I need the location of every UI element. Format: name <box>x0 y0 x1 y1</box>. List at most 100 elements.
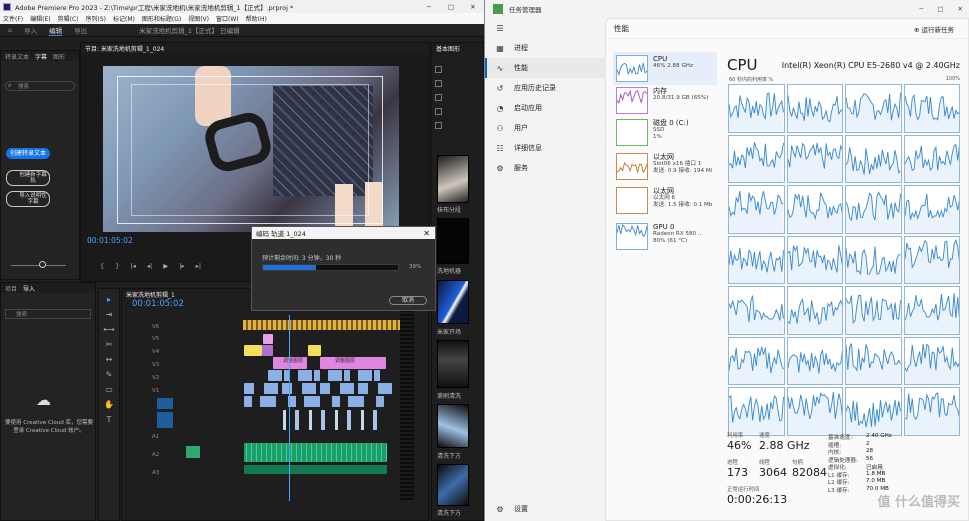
a1-target[interactable] <box>157 412 173 428</box>
home-icon[interactable]: ⌂ <box>8 26 12 34</box>
playhead[interactable] <box>289 315 290 501</box>
tab-project[interactable]: 项目 <box>5 284 17 293</box>
maximize-icon[interactable]: □ <box>937 5 943 13</box>
type-tool-icon[interactable]: T <box>107 415 112 424</box>
tab-transcribe[interactable]: 转录文本 <box>5 52 29 61</box>
nav-details[interactable]: ☷ 详细信息 <box>485 138 605 158</box>
slip-tool-icon[interactable]: ↔ <box>106 355 113 364</box>
clip-blue[interactable] <box>244 396 384 407</box>
thumbnail[interactable] <box>437 218 469 264</box>
track-select-icon[interactable]: ⇥ <box>106 310 113 319</box>
import-captions-button[interactable]: 导入说明性字幕 <box>6 191 50 207</box>
essential-graphics-tab[interactable]: 基本图形 <box>436 44 460 53</box>
detail-value: 2 <box>866 440 870 447</box>
clip-blue[interactable] <box>244 383 394 394</box>
tab-edit[interactable]: 编辑 <box>49 25 63 36</box>
close-icon[interactable]: ✕ <box>958 5 963 13</box>
zoom-slider-handle[interactable] <box>39 261 46 268</box>
close-icon[interactable]: ✕ <box>462 3 484 11</box>
program-tab[interactable]: 节目: 米家洗地机剪辑_1_024 <box>85 44 164 53</box>
selection-tool-icon[interactable]: ▸ <box>107 295 111 304</box>
nav-services[interactable]: ⚙ 服务 <box>485 158 605 178</box>
adjustment-layer-clip[interactable]: 调整图层 <box>273 357 307 369</box>
run-new-task-button[interactable]: ⊕ 运行新任务 <box>914 24 954 34</box>
nav-settings[interactable]: ⚙ 设置 <box>485 499 605 519</box>
audio-clip-a2[interactable] <box>244 443 387 462</box>
cancel-button[interactable]: 取消 <box>389 296 427 305</box>
checkbox[interactable] <box>435 122 442 129</box>
menu-help[interactable]: 帮助(H) <box>246 14 267 23</box>
dialog-close-icon[interactable]: ✕ <box>423 229 430 238</box>
create-captions-button[interactable]: 创建转录文本 <box>6 148 50 159</box>
hamburger-menu[interactable]: ☰ <box>485 18 605 38</box>
clip-yellow[interactable] <box>244 345 262 356</box>
clip-v1[interactable] <box>283 410 378 430</box>
nav-users[interactable]: ⚇ 用户 <box>485 118 605 138</box>
device-gpu[interactable]: GPU 0 Radeon RX 580 ... 80% (61 °C) <box>613 220 717 253</box>
nav-processes[interactable]: ▦ 进程 <box>485 38 605 58</box>
caption-search-input[interactable]: 搜索 <box>5 81 75 91</box>
nav-performance[interactable]: ∿ 性能 <box>485 58 605 78</box>
menu-graphics[interactable]: 图形和标题(G) <box>142 14 181 23</box>
menu-sequence[interactable]: 序列(S) <box>86 14 107 23</box>
tab-graphics[interactable]: 图形 <box>53 52 65 61</box>
step-back-icon[interactable]: ◂| <box>147 262 152 270</box>
menu-window[interactable]: 窗口(W) <box>216 14 239 23</box>
menu-file[interactable]: 文件(F) <box>3 14 23 23</box>
device-cpu[interactable]: CPU 46% 2.88 GHz <box>613 52 717 85</box>
go-to-out-icon[interactable]: ▸| <box>196 262 201 270</box>
menu-marker[interactable]: 标记(M) <box>113 14 135 23</box>
tab-import[interactable]: 导入 <box>24 25 37 35</box>
thumbnail[interactable] <box>437 464 469 506</box>
menu-clip[interactable]: 剪辑(C) <box>58 14 79 23</box>
device-memory[interactable]: 内存 20.8/31.9 GB (65%) <box>613 84 717 117</box>
chart-caption: 60 秒内的利用率 % <box>729 77 774 83</box>
audio-clip-a3[interactable] <box>244 465 387 474</box>
clip-purple[interactable] <box>262 345 273 356</box>
v1-target[interactable] <box>157 398 173 409</box>
device-disk[interactable]: 磁盘 0 (C:) SSD 1% <box>613 116 717 149</box>
adjustment-layer-clip[interactable]: 调整图层 <box>320 357 386 369</box>
device-ethernet-1[interactable]: 以太网 Slot06 x16 插口 1 发送: 0.9 接收: 194 Mi <box>613 150 717 183</box>
device-ethernet-2[interactable]: 以太网 以太网 6 发送: 1.5 接收: 0.1 Mb <box>613 184 717 217</box>
detail-value: 28 <box>866 448 874 454</box>
mark-out-icon[interactable]: } <box>115 262 119 270</box>
ripple-edit-icon[interactable]: ⟷ <box>103 325 114 334</box>
minimize-icon[interactable]: ─ <box>418 3 440 11</box>
library-search-input[interactable]: 搜索 <box>5 309 91 319</box>
pen-tool-icon[interactable]: ✎ <box>106 370 113 379</box>
device-name: 内存 <box>653 87 667 95</box>
checkbox[interactable] <box>435 94 442 101</box>
thumbnail[interactable] <box>437 155 469 203</box>
thumbnail[interactable] <box>437 280 469 324</box>
step-forward-icon[interactable]: |▸ <box>179 262 184 270</box>
rectangle-tool-icon[interactable]: ▭ <box>105 385 113 394</box>
detail-value: 56 <box>866 455 874 462</box>
clip-pink[interactable] <box>263 334 273 344</box>
hand-tool-icon[interactable]: ✋ <box>104 400 114 409</box>
checkbox[interactable] <box>435 66 442 73</box>
mark-in-icon[interactable]: { <box>100 262 104 270</box>
nav-app-history[interactable]: ↺ 应用历史记录 <box>485 78 605 98</box>
nav-startup[interactable]: ◔ 启动应用 <box>485 98 605 118</box>
thumbnail[interactable] <box>437 404 469 448</box>
menu-view[interactable]: 视图(V) <box>188 14 209 23</box>
create-new-track-button[interactable]: 创建新字幕轨 <box>6 170 50 186</box>
thumbnail[interactable] <box>437 340 469 388</box>
menu-edit[interactable]: 编辑(E) <box>30 14 50 23</box>
minimize-icon[interactable]: ─ <box>919 5 923 13</box>
go-to-in-icon[interactable]: |◂ <box>130 262 135 270</box>
clip-blue[interactable] <box>268 370 388 381</box>
maximize-icon[interactable]: □ <box>440 3 462 11</box>
marker-bar[interactable] <box>243 320 403 330</box>
tab-captions[interactable]: 字幕 <box>35 52 47 61</box>
tab-libraries[interactable]: 导入 <box>23 284 35 293</box>
play-icon[interactable]: ▶ <box>163 262 168 270</box>
tab-export[interactable]: 导出 <box>74 25 87 35</box>
razor-tool-icon[interactable]: ✂ <box>106 340 113 349</box>
timeline-tab[interactable]: 米家洗地机剪辑_1 <box>126 290 175 299</box>
checkbox[interactable] <box>435 80 442 87</box>
checkbox[interactable] <box>435 108 442 115</box>
logical-processor-chart <box>786 387 843 436</box>
clip-yellow[interactable] <box>308 345 321 356</box>
